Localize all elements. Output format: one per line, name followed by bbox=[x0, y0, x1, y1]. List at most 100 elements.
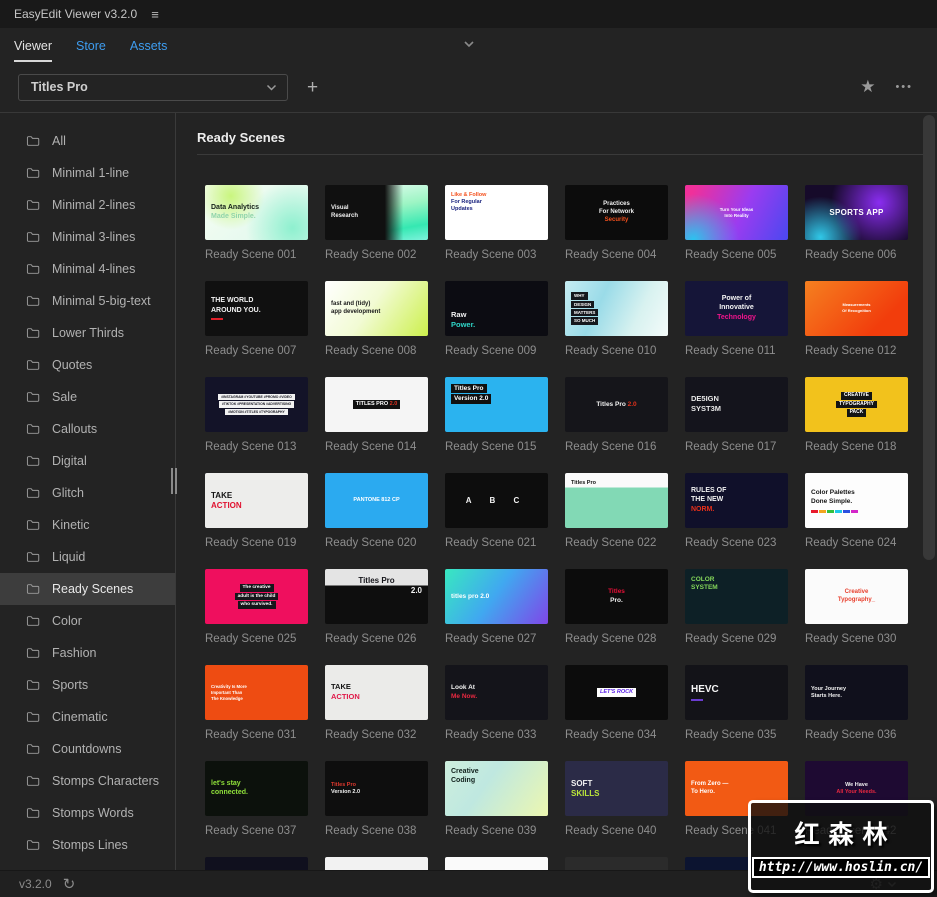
sidebar-item-stomps-words[interactable]: Stomps Words bbox=[0, 797, 175, 829]
tab-viewer[interactable]: Viewer bbox=[14, 39, 52, 62]
sidebar-item-glitch[interactable]: Glitch bbox=[0, 477, 175, 509]
scene-thumb-text: SKILLS bbox=[571, 789, 600, 798]
refresh-icon[interactable]: ↻ bbox=[63, 877, 76, 892]
scene-thumb-text: Creative bbox=[844, 588, 869, 595]
scene-thumb-text: Visual bbox=[331, 204, 349, 211]
scene-thumb-text: TAKE bbox=[331, 682, 351, 692]
scene-thumbnail: Measurements Of Recognition bbox=[805, 281, 908, 336]
scene-card[interactable]: titles pro 2.0 Ready Scene 027 bbox=[445, 569, 548, 645]
scene-card[interactable]: let's stay connected. Ready Scene 037 bbox=[205, 761, 308, 837]
sidebar-item-lower-thirds[interactable]: Lower Thirds bbox=[0, 317, 175, 349]
app-body: All Minimal 1-line Minimal 2-lines Minimal … bbox=[0, 113, 937, 870]
sidebar-item-stomps-lines[interactable]: Stomps Lines bbox=[0, 829, 175, 861]
scene-card[interactable]: Titles Pro 2.0 Ready Scene 016 bbox=[565, 377, 668, 453]
scene-card[interactable]: A B C Ready Scene 021 bbox=[445, 473, 548, 549]
scene-card[interactable]: SPORTS APP Ready Scene 006 bbox=[805, 185, 908, 261]
scene-label: Ready Scene 008 bbox=[325, 345, 417, 357]
scene-card-partial[interactable] bbox=[565, 857, 668, 870]
sidebar-item-minimal-3-lines[interactable]: Minimal 3-lines bbox=[0, 221, 175, 253]
scene-label: Ready Scene 014 bbox=[325, 441, 417, 453]
scene-card[interactable]: Power of Innovative Technology Ready Scene … bbox=[685, 281, 788, 357]
scene-card[interactable]: Practices For Network Security Ready Scene … bbox=[565, 185, 668, 261]
scene-card[interactable]: RULES OF THE NEW NORM. Ready Scene 023 bbox=[685, 473, 788, 549]
scene-thumb-text: connected. bbox=[211, 789, 248, 796]
sidebar-item-minimal-2-lines[interactable]: Minimal 2-lines bbox=[0, 189, 175, 221]
scene-card[interactable]: Creativity Is More Important Than The Know… bbox=[205, 665, 308, 741]
scene-card-partial[interactable] bbox=[205, 857, 308, 870]
sidebar-item-sports[interactable]: Sports bbox=[0, 669, 175, 701]
scene-card[interactable]: #INSTAGRAM #YOUTUBE #PROMO #VIDEO #TIKTOK… bbox=[205, 377, 308, 453]
sidebar-item-label: Digital bbox=[52, 454, 87, 468]
sidebar-item-ready-scenes[interactable]: Ready Scenes bbox=[0, 573, 175, 605]
scene-card[interactable]: Color Palettes Done Simple. Ready Scene 02… bbox=[805, 473, 908, 549]
scene-card[interactable]: Titles Pro Version 2.0 Ready Scene 038 bbox=[325, 761, 428, 837]
scene-card[interactable]: WHY DESIGN MATTERS SO MUCH Ready Scene 010 bbox=[565, 281, 668, 357]
scene-card-partial[interactable] bbox=[325, 857, 428, 870]
sidebar-resize-handle[interactable] bbox=[171, 468, 180, 494]
scene-card[interactable]: Titles Pro 2.0 Ready Scene 026 bbox=[325, 569, 428, 645]
folder-icon bbox=[26, 232, 40, 242]
scene-card[interactable]: Turn Your Ideas Into Reality Ready Scene 0… bbox=[685, 185, 788, 261]
hamburger-menu-icon[interactable]: ≡ bbox=[151, 7, 159, 22]
scene-card[interactable]: HEVC Ready Scene 035 bbox=[685, 665, 788, 741]
sidebar-item-stomps-characters[interactable]: Stomps Characters bbox=[0, 765, 175, 797]
collapse-chevron-icon[interactable] bbox=[463, 40, 475, 48]
scene-thumb-text: Version 2.0 bbox=[451, 394, 492, 404]
sidebar-item-quotes[interactable]: Quotes bbox=[0, 349, 175, 381]
scene-card[interactable]: Look At Me Now. Ready Scene 033 bbox=[445, 665, 548, 741]
scene-card[interactable]: Titles Pro. Ready Scene 028 bbox=[565, 569, 668, 645]
sidebar-item-all[interactable]: All bbox=[0, 125, 175, 157]
more-options-button[interactable]: ••• bbox=[895, 81, 913, 93]
scene-card[interactable]: The creative adult is the child who surviv… bbox=[205, 569, 308, 645]
sidebar-item-minimal-5-big-text[interactable]: Minimal 5-big-text bbox=[0, 285, 175, 317]
scene-card[interactable]: Data Analytics Made Simple. Ready Scene 00… bbox=[205, 185, 308, 261]
sidebar-item-digital[interactable]: Digital bbox=[0, 445, 175, 477]
scene-card[interactable]: SOFT SKILLS Ready Scene 040 bbox=[565, 761, 668, 837]
add-preset-button[interactable]: + bbox=[307, 78, 318, 97]
sidebar-item-cinematic[interactable]: Cinematic bbox=[0, 701, 175, 733]
scene-card[interactable]: Titles Pro Ready Scene 022 bbox=[565, 473, 668, 549]
scene-card[interactable]: Titles Pro Version 2.0 Ready Scene 015 bbox=[445, 377, 548, 453]
scene-thumb-text: Done Simple. bbox=[811, 497, 853, 505]
scene-card[interactable]: THE WORLD AROUND YOU. Ready Scene 007 bbox=[205, 281, 308, 357]
scene-card-partial[interactable] bbox=[445, 857, 548, 870]
tab-store[interactable]: Store bbox=[76, 39, 106, 62]
scene-card[interactable]: DE5IGN SYST3M Ready Scene 017 bbox=[685, 377, 788, 453]
scene-card[interactable]: Creative Typography_ Ready Scene 030 bbox=[805, 569, 908, 645]
sidebar-item-sale[interactable]: Sale bbox=[0, 381, 175, 413]
scene-card[interactable]: Raw Power. Ready Scene 009 bbox=[445, 281, 548, 357]
sidebar-item-callouts[interactable]: Callouts bbox=[0, 413, 175, 445]
preset-dropdown[interactable]: Titles Pro bbox=[18, 73, 288, 101]
scene-card[interactable]: TITLES PRO 2.0 Ready Scene 014 bbox=[325, 377, 428, 453]
scene-card[interactable]: TAKE ACTION Ready Scene 019 bbox=[205, 473, 308, 549]
tab-assets[interactable]: Assets bbox=[130, 39, 168, 62]
sidebar-item-minimal-1-line[interactable]: Minimal 1-line bbox=[0, 157, 175, 189]
sidebar-item-fashion[interactable]: Fashion bbox=[0, 637, 175, 669]
sidebar-item-color[interactable]: Color bbox=[0, 605, 175, 637]
scene-thumb-text: Into Reality bbox=[724, 213, 749, 218]
scene-thumb-text: HEVC bbox=[691, 684, 719, 696]
scrollbar-thumb[interactable] bbox=[923, 115, 935, 560]
scene-card[interactable]: LET'S ROCK Ready Scene 034 bbox=[565, 665, 668, 741]
scene-label: Ready Scene 040 bbox=[565, 825, 657, 837]
folder-icon bbox=[26, 360, 40, 370]
sidebar-item-kinetic[interactable]: Kinetic bbox=[0, 509, 175, 541]
sidebar-item-label: Stomps Characters bbox=[52, 774, 159, 788]
sidebar-item-liquid[interactable]: Liquid bbox=[0, 541, 175, 573]
scene-thumbnail: Titles Pro 2.0 bbox=[565, 377, 668, 432]
favorite-star-icon[interactable]: ★ bbox=[860, 77, 875, 97]
scene-card[interactable]: COLOR SYSTEM Ready Scene 029 bbox=[685, 569, 788, 645]
sidebar-item-minimal-4-lines[interactable]: Minimal 4-lines bbox=[0, 253, 175, 285]
scene-card[interactable]: CREATIVE TYPOGRAPHY PACK Ready Scene 018 bbox=[805, 377, 908, 453]
scene-card[interactable]: fast and (tidy) app development Ready Scen… bbox=[325, 281, 428, 357]
scene-card[interactable]: PANTONE 812 CP Ready Scene 020 bbox=[325, 473, 428, 549]
scene-card[interactable]: TAKE ACTION Ready Scene 032 bbox=[325, 665, 428, 741]
sidebar-item-label: Lower Thirds bbox=[52, 326, 125, 340]
scene-card[interactable]: Your Journey Starts Here. Ready Scene 036 bbox=[805, 665, 908, 741]
sidebar-item-countdowns[interactable]: Countdowns bbox=[0, 733, 175, 765]
scene-card[interactable]: Like & Follow For Regular Updates Ready Sce… bbox=[445, 185, 548, 261]
scene-card[interactable]: Measurements Of Recognition Ready Scene 01… bbox=[805, 281, 908, 357]
scene-card[interactable]: Visual Research Ready Scene 002 bbox=[325, 185, 428, 261]
sidebar-list: All Minimal 1-line Minimal 2-lines Minimal … bbox=[0, 125, 175, 861]
scene-card[interactable]: Creative Coding Ready Scene 039 bbox=[445, 761, 548, 837]
